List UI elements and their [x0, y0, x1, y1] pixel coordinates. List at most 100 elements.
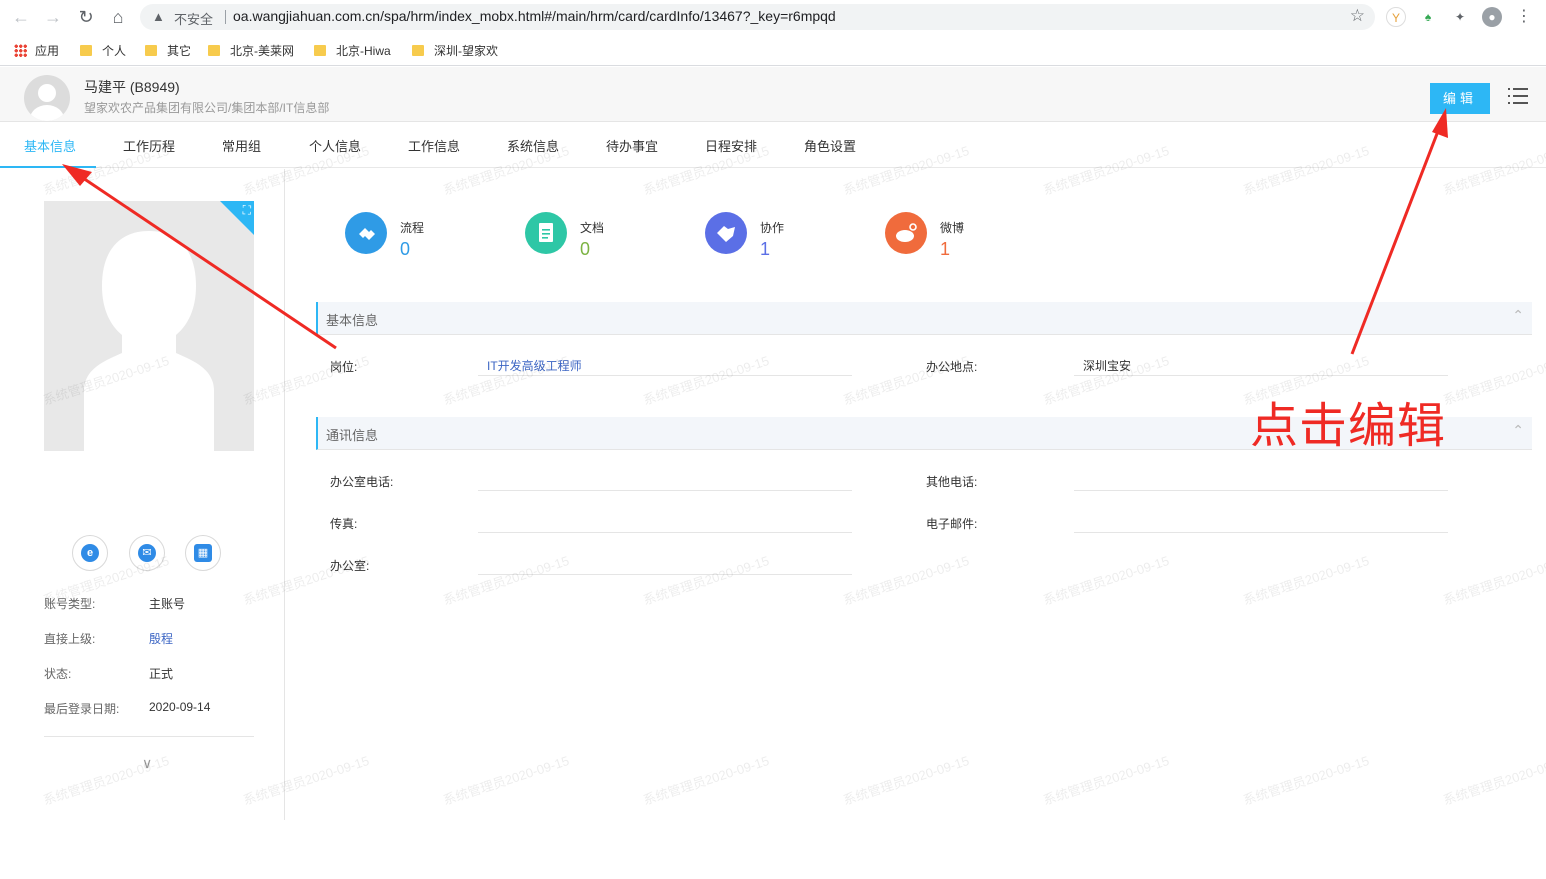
forward-icon[interactable]: →: [42, 6, 64, 28]
annotation-text: 点击编辑: [1250, 400, 1447, 453]
office-location-value: 深圳宝安: [1083, 359, 1132, 373]
tab-work-info[interactable]: 工作信息: [408, 136, 460, 155]
extension-evernote-icon[interactable]: ♠: [1418, 7, 1438, 27]
last-login-value: 2020-09-14: [149, 700, 211, 714]
folder-icon: [208, 45, 220, 56]
watermark-text: 系统管理员2020-09-15: [1441, 353, 1546, 408]
office-label: 办公室:: [330, 559, 370, 573]
other-phone-label: 其他电话:: [926, 475, 978, 489]
fax-field[interactable]: [478, 532, 852, 533]
tab-todo[interactable]: 待办事宜: [606, 136, 658, 155]
tab-system-info[interactable]: 系统信息: [507, 136, 559, 155]
list-menu-icon[interactable]: [1508, 87, 1528, 105]
email-field[interactable]: [1074, 532, 1448, 533]
expand-more-icon[interactable]: ∨: [142, 755, 152, 772]
bookmark-label: 应用: [35, 44, 60, 58]
tab-work-history[interactable]: 工作历程: [123, 136, 175, 155]
basic-info-section-header[interactable]: 基本信息 ⌃: [316, 302, 1532, 335]
calendar-icon: ▦: [194, 544, 212, 562]
watermark-text: 系统管理员2020-09-15: [1441, 553, 1546, 608]
supervisor-link[interactable]: 殷程: [149, 630, 173, 647]
message-button[interactable]: e: [72, 535, 108, 571]
extensions-puzzle-icon[interactable]: ✦: [1450, 7, 1470, 27]
bookmark-beijing-meilai[interactable]: 北京-美莱网: [208, 42, 294, 59]
extension-y-icon[interactable]: Y: [1386, 7, 1406, 27]
profile-header: 马建平 (B8949) 望家欢农产品集团有限公司/集团本部/IT信息部 编辑: [0, 67, 1546, 122]
chat-e-icon: e: [81, 544, 99, 562]
watermark-text: 系统管理员2020-09-15: [1241, 553, 1371, 608]
warning-icon: ▲: [152, 9, 165, 24]
reload-icon[interactable]: ↻: [75, 6, 97, 28]
tab-personal-info[interactable]: 个人信息: [309, 136, 361, 155]
weibo-label: 微博: [940, 221, 965, 235]
fax-label: 传真:: [330, 517, 358, 531]
field-underline: [1074, 375, 1448, 376]
watermark-text: 系统管理员2020-09-15: [1441, 753, 1546, 808]
profile-icon[interactable]: ●: [1482, 7, 1502, 27]
collaboration-count[interactable]: 1: [760, 239, 770, 260]
address-bar[interactable]: ▲ 不安全 oa.wangjiahuan.com.cn/spa/hrm/inde…: [140, 4, 1375, 30]
office-phone-label: 办公室电话:: [330, 475, 394, 489]
bookmark-label: 深圳-望家欢: [434, 44, 498, 58]
document-icon[interactable]: [525, 212, 567, 254]
edit-button[interactable]: 编辑: [1430, 83, 1490, 114]
bookmark-label: 北京-Hiwa: [336, 44, 391, 58]
workflow-icon[interactable]: [345, 212, 387, 254]
omnibox-divider: [225, 10, 226, 24]
back-icon[interactable]: ←: [10, 6, 32, 28]
status-value: 正式: [149, 667, 174, 681]
bookmark-beijing-hiwa[interactable]: 北京-Hiwa: [314, 42, 391, 59]
watermark-text: 系统管理员2020-09-15: [441, 553, 571, 608]
bookmarks-bar: 应用 个人 其它 北京-美莱网 北京-Hiwa 深圳-望家欢: [0, 34, 1546, 66]
folder-icon: [145, 45, 157, 56]
last-login-label: 最后登录日期:: [44, 702, 120, 716]
tab-common-groups[interactable]: 常用组: [222, 136, 261, 155]
bookmark-label: 其它: [167, 44, 192, 58]
tab-basic-info[interactable]: 基本信息: [24, 136, 76, 155]
workflow-count[interactable]: 0: [400, 239, 410, 260]
status-label: 状态:: [44, 667, 72, 681]
bookmark-apps[interactable]: 应用: [14, 42, 59, 59]
weibo-count[interactable]: 1: [940, 239, 950, 260]
office-field[interactable]: [478, 574, 852, 575]
home-icon[interactable]: ⌂: [107, 6, 129, 28]
tab-schedule[interactable]: 日程安排: [705, 136, 757, 155]
position-label: 岗位:: [330, 360, 358, 374]
weibo-icon[interactable]: [885, 212, 927, 254]
collapse-icon[interactable]: ⌃: [1512, 307, 1524, 324]
collaboration-icon[interactable]: [705, 212, 747, 254]
browser-menu-icon[interactable]: ⋮: [1514, 7, 1534, 27]
section-title: 通讯信息: [326, 428, 379, 443]
email-label: 电子邮件:: [926, 517, 978, 531]
section-title: 基本信息: [326, 313, 379, 328]
watermark-text: 系统管理员2020-09-15: [641, 353, 771, 408]
bookmark-shenzhen-wangjiahuan[interactable]: 深圳-望家欢: [412, 42, 498, 59]
document-count[interactable]: 0: [580, 239, 590, 260]
tab-bar: 基本信息 工作历程 常用组 个人信息 工作信息 系统信息 待办事宜 日程安排 角…: [0, 122, 1546, 168]
profile-sidebar: ⛶ e ✉ ▦ 账号类型: 主账号 直接上级: 殷程 状态: 正式 最后登录日期…: [0, 169, 285, 820]
document-label: 文档: [580, 221, 605, 235]
office-phone-field[interactable]: [478, 490, 852, 491]
bookmark-other[interactable]: 其它: [145, 42, 191, 59]
user-name: 马建平 (B8949): [84, 79, 180, 95]
fullscreen-icon[interactable]: ⛶: [243, 203, 251, 218]
browser-toolbar: ← → ↻ ⌂ ▲ 不安全 oa.wangjiahuan.com.cn/spa/…: [0, 0, 1546, 34]
account-type-label: 账号类型:: [44, 597, 96, 611]
profile-photo: ⛶: [44, 201, 254, 451]
calendar-button[interactable]: ▦: [185, 535, 221, 571]
other-phone-field[interactable]: [1074, 490, 1448, 491]
office-location-label: 办公地点:: [926, 360, 978, 374]
watermark-text: 系统管理员2020-09-15: [841, 553, 971, 608]
tab-role-settings[interactable]: 角色设置: [804, 136, 856, 155]
position-value[interactable]: IT开发高级工程师: [487, 357, 582, 374]
email-button[interactable]: ✉: [129, 535, 165, 571]
collapse-icon[interactable]: ⌃: [1512, 422, 1524, 439]
url-text[interactable]: oa.wangjiahuan.com.cn/spa/hrm/index_mobx…: [233, 8, 836, 24]
bookmark-label: 个人: [102, 44, 127, 58]
folder-icon: [314, 45, 326, 56]
bookmark-personal[interactable]: 个人: [80, 42, 126, 59]
bookmark-star-icon[interactable]: ☆: [1350, 6, 1365, 26]
workflow-label: 流程: [400, 221, 425, 235]
folder-icon: [412, 45, 424, 56]
watermark-text: 系统管理员2020-09-15: [1041, 753, 1171, 808]
